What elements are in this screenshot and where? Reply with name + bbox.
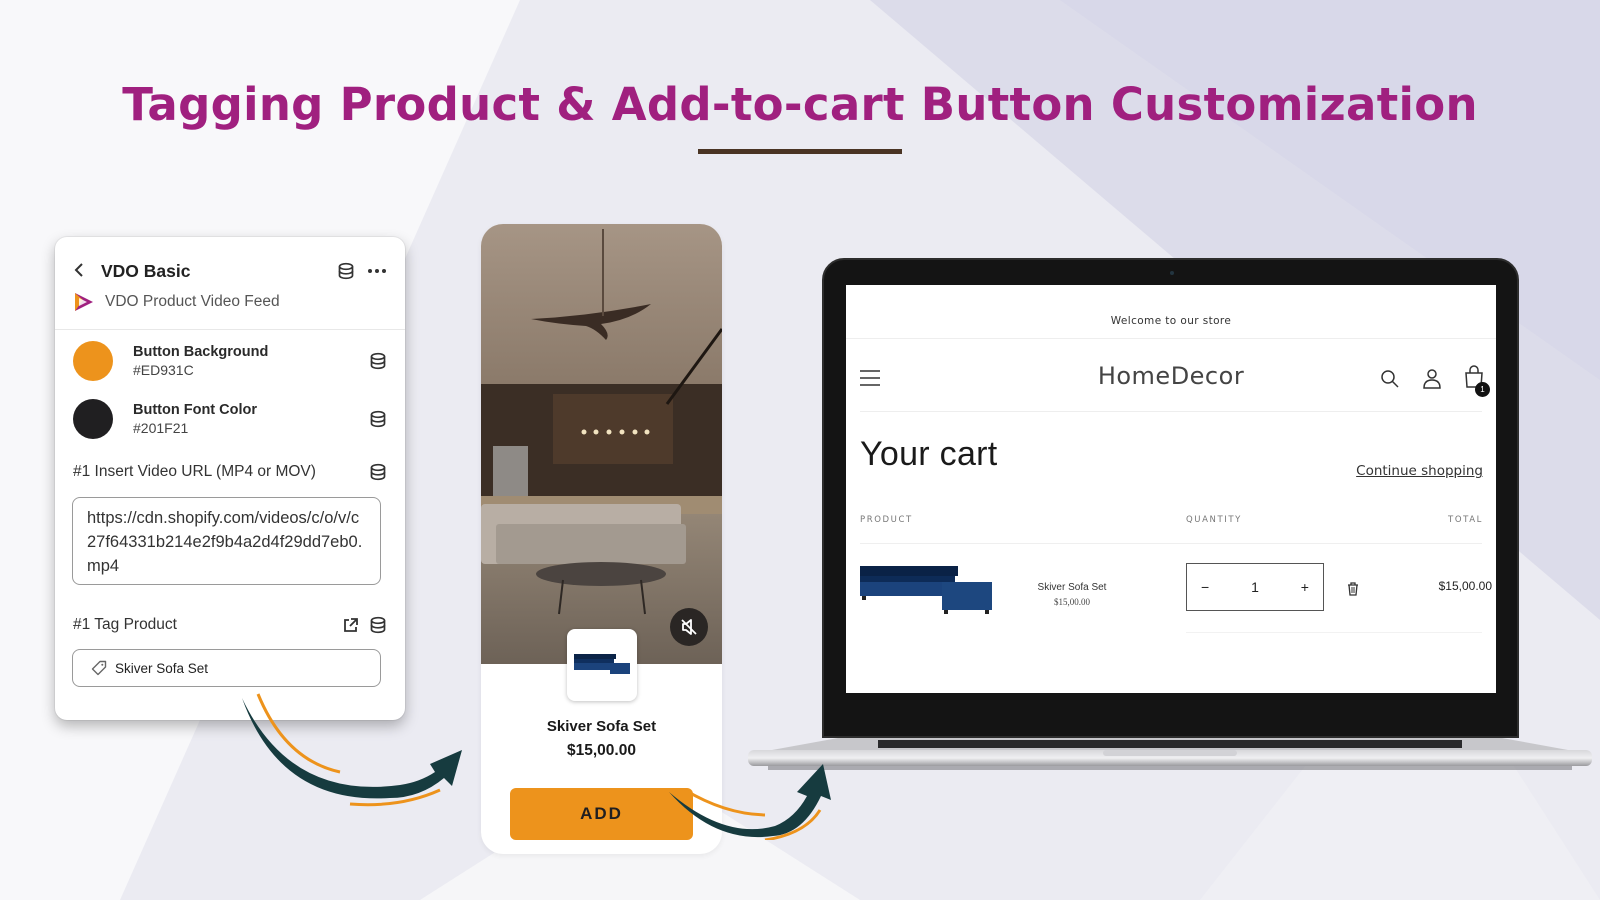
cart-count-badge: 1 [1475, 382, 1490, 397]
product-name: Skiver Sofa Set [546, 718, 657, 735]
color-value[interactable]: #201F21 [133, 420, 257, 436]
divider [860, 411, 1482, 412]
color-value[interactable]: #ED931C [133, 362, 268, 378]
panel-title: VDO Basic [101, 260, 191, 281]
account-icon [1423, 369, 1441, 389]
page-title: Your cart [860, 435, 998, 473]
divider [1186, 632, 1482, 633]
banner-title: Tagging Product & Add-to-cart Button Cus… [122, 78, 1478, 131]
divider [860, 543, 1482, 544]
laptop-mockup: Welcome to our store HomeDecor 1 Your ca… [822, 258, 1519, 738]
app-name: VDO Product Video Feed [105, 293, 280, 310]
quantity-decrease-button[interactable]: − [1201, 579, 1209, 595]
storefront-screen: Welcome to our store HomeDecor 1 Your ca… [846, 285, 1496, 693]
chevron-left-icon [74, 263, 83, 277]
more-options-button[interactable] [367, 268, 387, 274]
flow-arrow-panel-to-card [242, 693, 462, 807]
back-button[interactable] [73, 260, 91, 282]
color-label: Button Font Color [133, 402, 258, 418]
tagged-product-name: Skiver Sofa Set [115, 660, 209, 676]
dynamic-source-button[interactable] [369, 352, 387, 370]
database-icon [370, 463, 386, 481]
product-thumbnail[interactable] [567, 629, 637, 701]
dynamic-source-button[interactable] [337, 262, 355, 280]
product-price: $15,00.00 [567, 742, 636, 759]
color-setting-button-font: Button Font Color #201F21 [73, 398, 387, 440]
color-swatch[interactable] [73, 341, 113, 381]
flow-arrow-card-to-cart [669, 764, 831, 840]
search-icon [1381, 370, 1399, 388]
sofa-image [860, 566, 992, 614]
color-setting-button-background: Button Background #ED931C [73, 340, 387, 382]
announcement-bar: Welcome to our store [1110, 315, 1232, 327]
webcam [1170, 271, 1174, 275]
title-underline [698, 149, 902, 154]
more-horizontal-icon [368, 269, 386, 273]
quantity-stepper: − 1 + [1186, 563, 1324, 611]
divider [846, 338, 1496, 339]
mute-toggle-button[interactable] [670, 608, 708, 646]
database-icon [338, 262, 354, 280]
sofa-image [574, 654, 630, 674]
vdo-play-logo-icon [75, 293, 93, 311]
video-url-label: #1 Insert Video URL (MP4 or MOV) [73, 463, 316, 480]
product-picker[interactable]: Skiver Sofa Set [72, 649, 381, 687]
tag-product-label: #1 Tag Product [73, 616, 177, 633]
database-icon [370, 616, 386, 634]
cart-item-total: $15,00.00 [1438, 579, 1492, 593]
dynamic-source-button[interactable] [369, 616, 387, 634]
tag-icon [91, 660, 107, 676]
column-header-product: PRODUCT [860, 515, 913, 525]
quantity-increase-button[interactable]: + [1301, 579, 1309, 595]
app-source: VDO Product Video Feed [73, 292, 280, 312]
database-icon [370, 410, 386, 428]
database-icon [370, 352, 386, 370]
speaker-muted-icon [681, 619, 697, 635]
laptop-base [748, 738, 1592, 772]
column-header-total: TOTAL [1448, 515, 1483, 525]
external-link-icon [344, 617, 358, 632]
cart-item-price: $15,00.00 [1054, 597, 1090, 607]
search-button[interactable] [1380, 369, 1400, 389]
product-video[interactable] [481, 224, 722, 664]
divider [55, 329, 405, 330]
video-url-input[interactable]: https://cdn.shopify.com/videos/c/o/v/c27… [72, 497, 381, 585]
panel-header: VDO Basic [73, 257, 387, 285]
trash-icon [1348, 582, 1358, 596]
color-swatch[interactable] [73, 399, 113, 439]
quantity-input[interactable]: 1 [1251, 579, 1259, 595]
account-button[interactable] [1422, 368, 1442, 390]
color-label: Button Background [133, 344, 269, 360]
column-header-quantity: QUANTITY [1186, 515, 1242, 525]
dynamic-source-button[interactable] [369, 463, 387, 481]
dynamic-source-button[interactable] [369, 410, 387, 428]
cart-item-image[interactable] [860, 560, 995, 630]
remove-item-button[interactable] [1347, 581, 1359, 600]
cart-button[interactable]: 1 [1464, 365, 1490, 397]
cart-item-name[interactable]: Skiver Sofa Set [1022, 582, 1122, 593]
settings-panel: VDO Basic VDO Product Video Feed Button … [55, 237, 405, 720]
open-product-button[interactable] [342, 617, 359, 634]
continue-shopping-link[interactable]: Continue shopping [1356, 463, 1483, 479]
